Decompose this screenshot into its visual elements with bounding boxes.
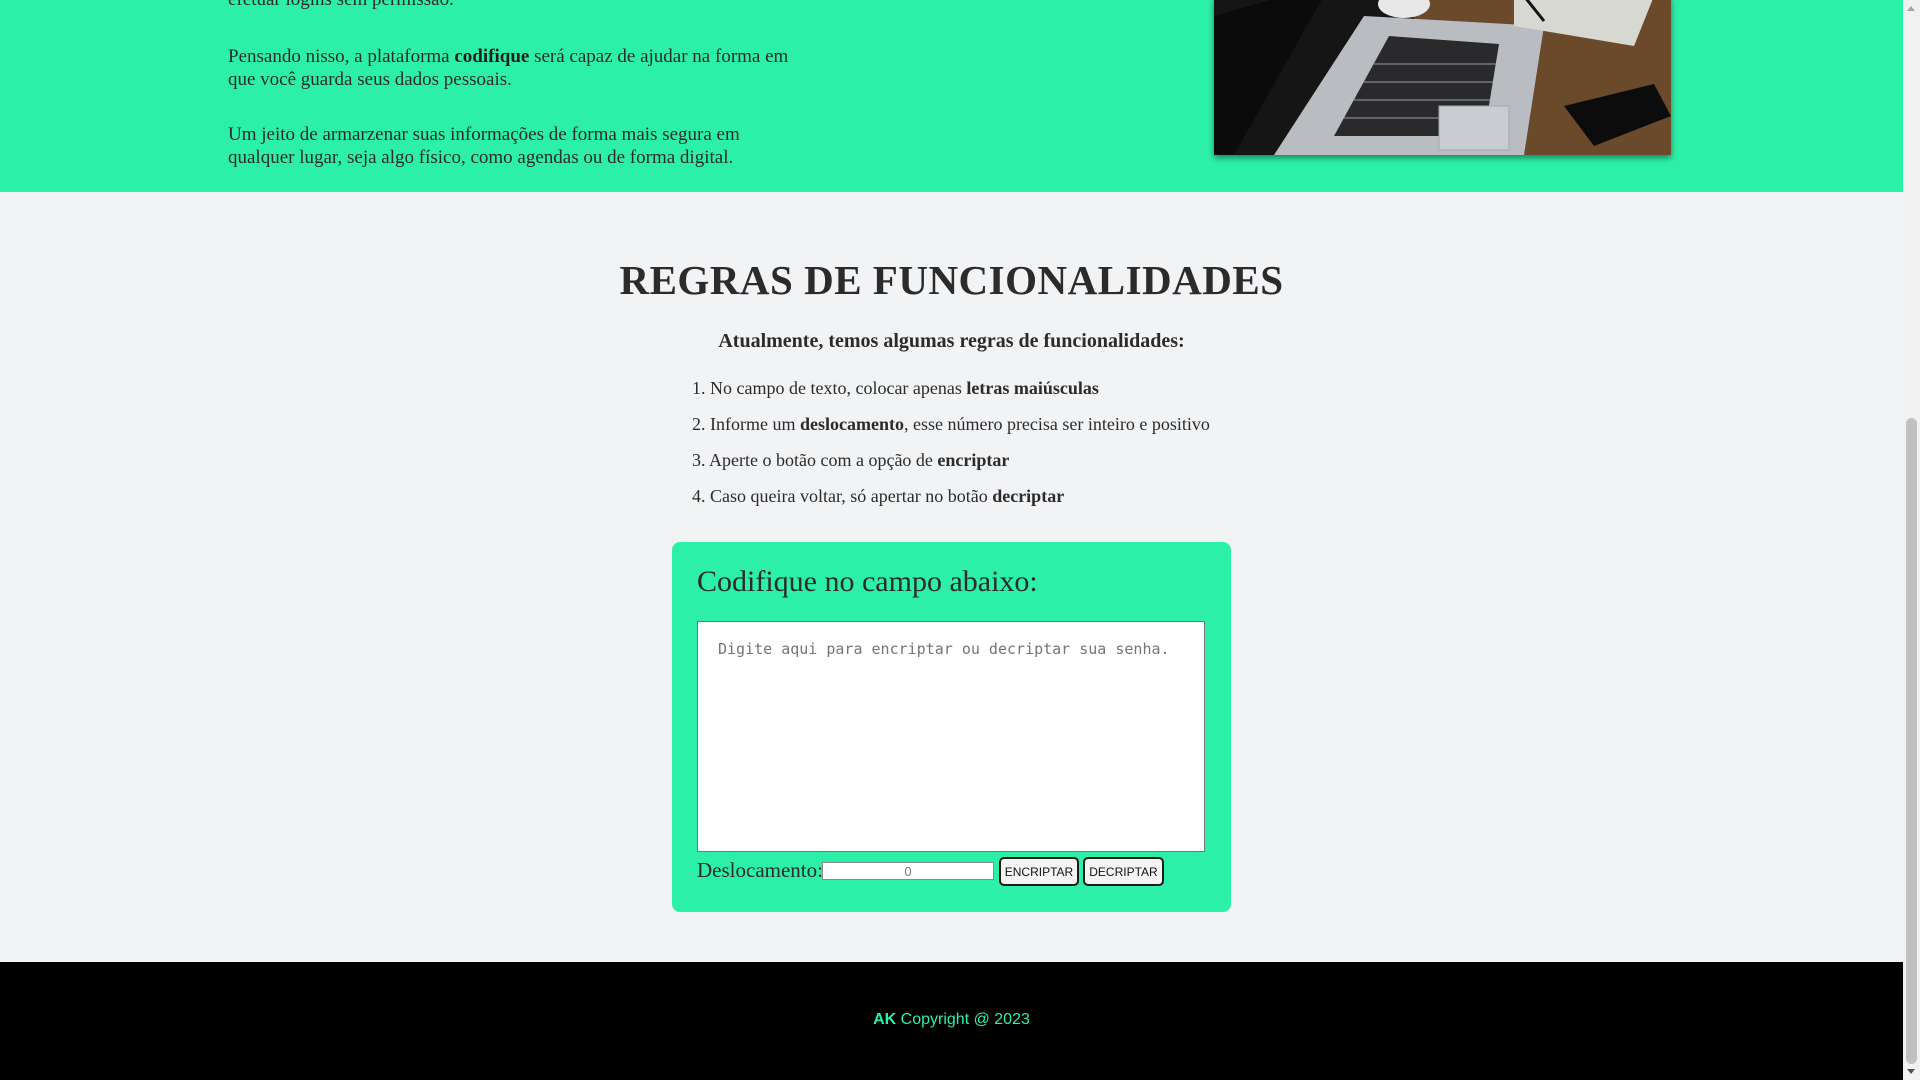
- scroll-up-icon[interactable]: [1907, 6, 1915, 11]
- cipher-card: Codifique no campo abaixo: Deslocamento:…: [672, 542, 1231, 912]
- copyright-text: Copyright @ 2023: [896, 1011, 1030, 1028]
- rule-emphasis: deslocamento: [799, 414, 904, 434]
- rules-subtitle: Atualmente, temos algumas regras de func…: [718, 330, 1185, 352]
- rule-item: 4. Caso queira voltar, só apertar no bot…: [692, 482, 1210, 518]
- offset-input[interactable]: [822, 862, 994, 880]
- intro-paragraph-1: efetuar logins sem permissão.: [228, 0, 808, 11]
- footer: AK Copyright @ 2023: [0, 962, 1903, 1080]
- rule-item: 2. Informe um deslocamento, esse número …: [692, 410, 1210, 446]
- rule-text: 3. Aperte o botão com a opção de: [692, 450, 938, 470]
- scrollbar-thumb[interactable]: [1906, 418, 1917, 1064]
- laptop-photo: [1214, 0, 1671, 155]
- rule-text-end: , esse número precisa ser inteiro e posi…: [903, 414, 1210, 434]
- cipher-title: Codifique no campo abaixo:: [697, 565, 1038, 598]
- intro-paragraph-2: Pensando nisso, a plataforma codifique s…: [228, 45, 808, 91]
- intro-paragraph-3: Um jeito de armarzenar suas informações …: [228, 124, 740, 168]
- rule-text: 4. Caso queira voltar, só apertar no bot…: [692, 486, 993, 506]
- offset-label: Deslocamento:: [697, 858, 823, 882]
- rule-emphasis: letras maiúsculas: [966, 378, 1099, 398]
- scroll-down-icon[interactable]: [1907, 1069, 1915, 1074]
- encrypt-button[interactable]: ENCRIPTAR: [999, 857, 1079, 886]
- copyright: AK Copyright @ 2023: [0, 1011, 1903, 1029]
- rule-emphasis: decriptar: [992, 486, 1065, 506]
- page: efetuar logins sem permissão. Pensando n…: [0, 0, 1903, 1080]
- brand-highlight: codifique: [454, 46, 530, 67]
- cipher-textarea[interactable]: [697, 621, 1205, 852]
- rules-list: 1. No campo de texto, colocar apenas let…: [692, 374, 1210, 518]
- footer-brand: AK: [873, 1011, 897, 1028]
- rule-item: 3. Aperte o botão com a opção de encript…: [692, 446, 1210, 482]
- rule-item: 1. No campo de texto, colocar apenas let…: [692, 374, 1210, 410]
- rule-text: 1. No campo de texto, colocar apenas: [692, 378, 967, 398]
- rules-title: REGRAS DE FUNCIONALIDADES: [619, 257, 1284, 303]
- rule-text: 2. Informe um: [692, 414, 800, 434]
- intro-paragraph-1-text: efetuar logins sem permissão.: [228, 0, 454, 10]
- decrypt-button[interactable]: DECRIPTAR: [1083, 857, 1164, 886]
- rule-emphasis: encriptar: [937, 450, 1010, 470]
- scrollbar[interactable]: [1903, 0, 1920, 1080]
- intro-section: efetuar logins sem permissão. Pensando n…: [0, 0, 1903, 192]
- intro-paragraph-2-text: Pensando nisso, a plataforma: [228, 46, 455, 67]
